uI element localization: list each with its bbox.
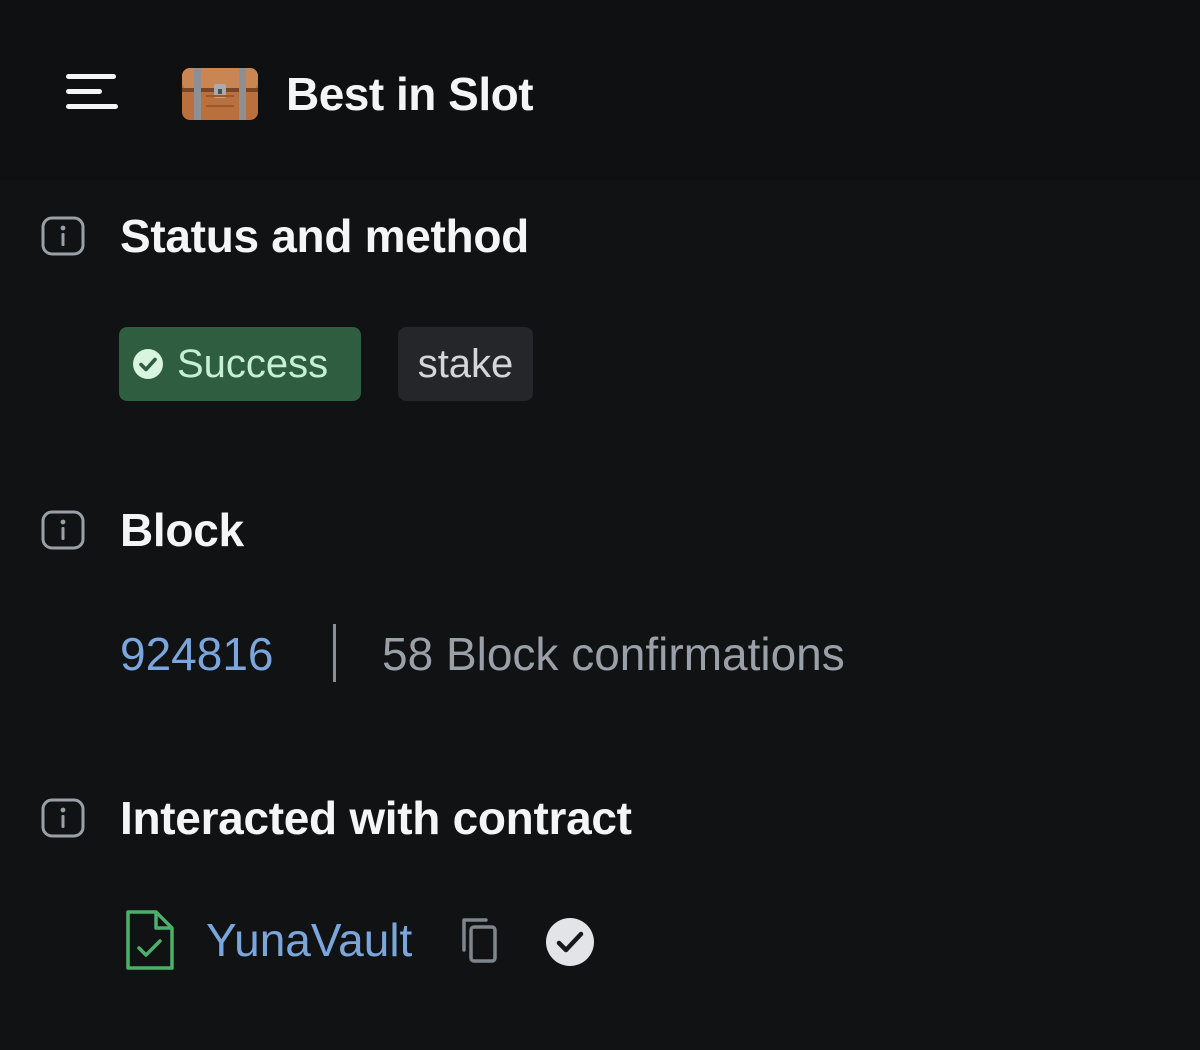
method-label: stake xyxy=(417,341,514,386)
top-bar: Best in Slot xyxy=(0,0,1200,180)
contract-name-link[interactable]: YunaVault xyxy=(206,910,412,970)
info-icon[interactable] xyxy=(41,798,85,838)
hamburger-menu-icon[interactable] xyxy=(62,70,126,114)
block-confirmations: 58 Block confirmations xyxy=(382,628,845,680)
method-badge: stake xyxy=(398,327,533,401)
contract-file-check-icon xyxy=(126,910,174,970)
verified-check-icon xyxy=(546,918,594,966)
block-heading: Block xyxy=(120,504,244,556)
treasure-chest-logo[interactable] xyxy=(178,60,262,124)
check-circle-icon xyxy=(133,349,163,379)
info-icon[interactable] xyxy=(41,510,85,550)
block-number-link[interactable]: 924816 xyxy=(120,624,274,684)
status-method-heading: Status and method xyxy=(120,210,529,262)
copy-icon[interactable] xyxy=(456,914,502,968)
contract-heading: Interacted with contract xyxy=(120,792,632,844)
status-label: Success xyxy=(177,342,329,386)
divider xyxy=(333,624,336,682)
app-title[interactable]: Best in Slot xyxy=(286,66,534,122)
info-icon[interactable] xyxy=(41,216,85,256)
status-badge: Success xyxy=(119,327,361,401)
